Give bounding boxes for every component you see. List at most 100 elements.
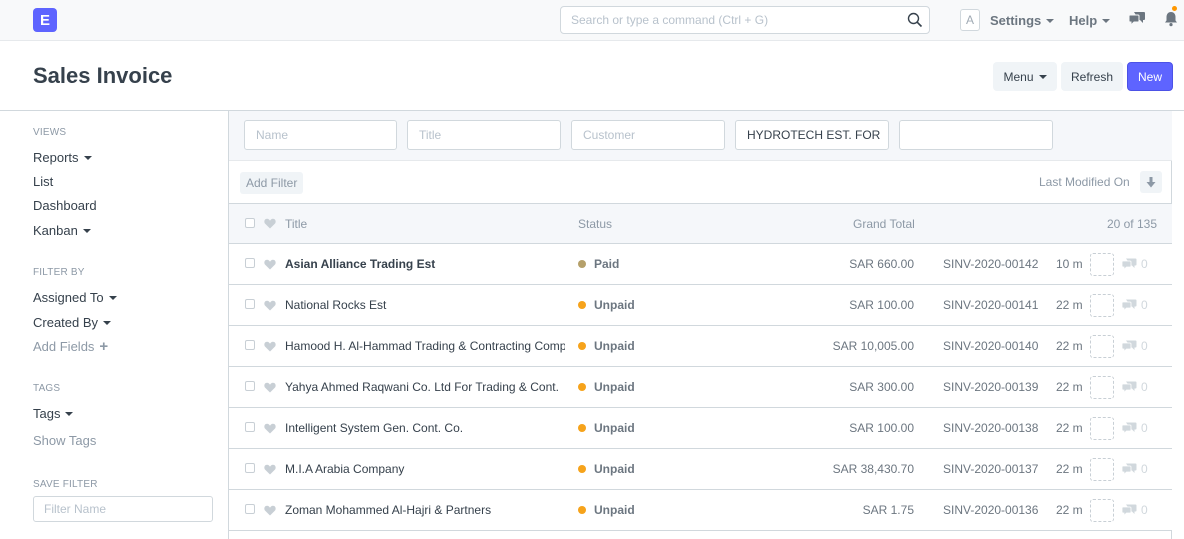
comment-count: 0 [1122,421,1148,435]
grand-total: SAR 100.00 [849,421,914,435]
list-item[interactable]: Yahya Ahmed Raqwani Co. Ltd For Trading … [229,367,1172,408]
bell-icon[interactable] [1164,11,1178,27]
settings-dropdown[interactable]: Settings [990,13,1055,28]
add-filter-button[interactable]: Add Filter [240,172,304,194]
status-indicator [578,260,586,268]
heart-icon[interactable] [264,382,276,393]
list-item[interactable]: Intelligent System Gen. Cont. Co. Unpaid… [229,408,1172,449]
title-filter-input[interactable] [408,121,560,149]
assignee-placeholder[interactable] [1090,458,1114,481]
invoice-number[interactable]: SINV-2020-00142 [943,257,1038,271]
heart-icon[interactable] [264,259,276,270]
row-checkbox[interactable] [245,463,255,473]
add-fields-button[interactable]: Add Fields + [33,339,108,355]
row-title[interactable]: M.I.A Arabia Company [285,462,565,476]
row-title[interactable]: Intelligent System Gen. Cont. Co. [285,421,565,435]
comment-count: 0 [1122,298,1148,312]
row-checkbox[interactable] [245,504,255,514]
invoice-number[interactable]: SINV-2020-00141 [943,298,1038,312]
grand-total: SAR 660.00 [849,257,914,271]
chat-icon[interactable] [1129,11,1146,27]
heart-icon[interactable] [264,341,276,352]
search-icon[interactable] [907,12,923,28]
status-indicator [578,506,586,514]
status-indicator [578,383,586,391]
user-avatar[interactable]: A [960,9,980,31]
sidebar-item-label: Created By [33,315,99,330]
show-tags-link[interactable]: Show Tags [33,433,96,448]
sidebar-item-assigned-to[interactable]: Assigned To [33,290,117,305]
invoice-number[interactable]: SINV-2020-00138 [943,421,1038,435]
comment-icon [1122,299,1137,311]
sidebar-item-dashboard[interactable]: Dashboard [33,198,97,213]
comment-count: 0 [1122,257,1148,271]
heart-icon[interactable] [264,300,276,311]
filter-name-input[interactable] [34,497,212,521]
row-checkbox[interactable] [245,299,255,309]
list-item[interactable]: Hamood H. Al-Hammad Trading & Contractin… [229,326,1172,367]
sidebar-item-kanban[interactable]: Kanban [33,223,91,238]
sort-order-button[interactable] [1140,171,1162,193]
invoice-number[interactable]: SINV-2020-00137 [943,462,1038,476]
sort-selector[interactable]: Last Modified On [1039,175,1130,189]
status-indicator [578,424,586,432]
list-item[interactable]: M.I.A Arabia Company Unpaid SAR 38,430.7… [229,449,1172,490]
comment-icon [1122,340,1137,352]
row-title[interactable]: Asian Alliance Trading Est [285,257,565,271]
invoice-number[interactable]: SINV-2020-00140 [943,339,1038,353]
filter-name-box [33,496,213,522]
extra-filter-input[interactable] [900,121,1052,149]
heart-icon[interactable] [264,505,276,516]
row-title[interactable]: Zoman Mohammed Al-Hajri & Partners [285,503,565,517]
help-label: Help [1069,13,1098,28]
row-checkbox[interactable] [245,340,255,350]
status-label: Unpaid [594,380,635,394]
menu-label: Menu [1003,69,1034,84]
chevron-down-icon [1038,74,1047,79]
row-title[interactable]: Hamood H. Al-Hammad Trading & Contractin… [285,339,565,353]
status-badge: Paid [578,257,619,271]
sidebar-item-tags[interactable]: Tags [33,406,74,421]
status-badge: Unpaid [578,462,635,476]
invoice-number[interactable]: SINV-2020-00139 [943,380,1038,394]
row-checkbox[interactable] [245,422,255,432]
row-checkbox[interactable] [245,258,255,268]
invoice-number[interactable]: SINV-2020-00136 [943,503,1038,517]
new-button[interactable]: New [1127,62,1173,91]
app-logo[interactable]: E [33,8,57,32]
list-item[interactable]: National Rocks Est Unpaid SAR 100.00 SIN… [229,285,1172,326]
assignee-placeholder[interactable] [1090,253,1114,276]
sidebar-item-reports[interactable]: Reports [33,150,92,165]
sidebar-item-created-by[interactable]: Created By [33,315,112,330]
list-item[interactable]: Zoman Mohammed Al-Hajri & Partners Unpai… [229,490,1172,531]
heart-icon[interactable] [264,423,276,434]
assignee-placeholder[interactable] [1090,376,1114,399]
status-indicator [578,301,586,309]
customer-name-filter-input[interactable] [736,121,888,149]
chevron-down-icon [82,228,91,233]
assignee-placeholder[interactable] [1090,499,1114,522]
name-filter-input[interactable] [245,121,396,149]
assignee-placeholder[interactable] [1090,417,1114,440]
heart-icon[interactable] [264,464,276,475]
assignee-placeholder[interactable] [1090,335,1114,358]
search-input[interactable] [561,7,891,33]
assignee-placeholder[interactable] [1090,294,1114,317]
name-filter [244,120,397,150]
menu-button[interactable]: Menu [993,62,1057,91]
refresh-button[interactable]: Refresh [1061,62,1123,91]
help-dropdown[interactable]: Help [1069,13,1111,28]
chevron-down-icon [65,411,74,416]
status-label: Unpaid [594,462,635,476]
heart-icon[interactable] [264,218,276,229]
row-title[interactable]: Yahya Ahmed Raqwani Co. Ltd For Trading … [285,380,565,394]
select-all-checkbox[interactable] [245,218,255,228]
comment-count-value: 0 [1141,503,1148,517]
sidebar-item-list[interactable]: List [33,174,53,189]
customer-filter-input[interactable] [572,121,724,149]
row-title[interactable]: National Rocks Est [285,298,565,312]
row-checkbox[interactable] [245,381,255,391]
list-item[interactable]: Asian Alliance Trading Est Paid SAR 660.… [229,244,1172,285]
extra-filter [899,120,1053,150]
comment-icon [1122,381,1137,393]
